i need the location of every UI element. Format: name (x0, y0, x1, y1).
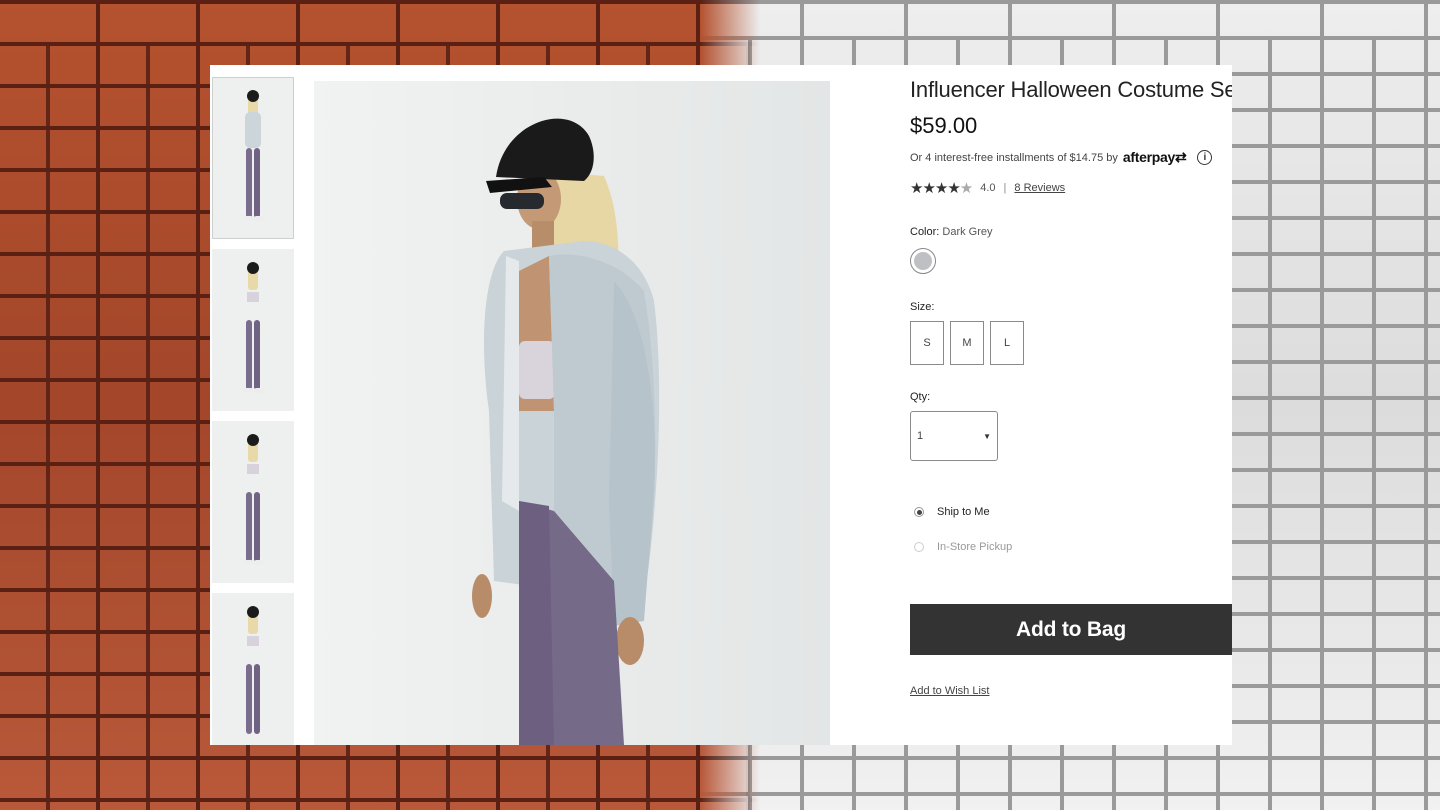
product-title: Influencer Halloween Costume Set (910, 77, 1232, 102)
reviews-link[interactable]: 8 Reviews (1014, 182, 1065, 194)
main-product-image[interactable] (314, 81, 830, 745)
size-button-l[interactable]: L (990, 321, 1024, 365)
color-label: Color: Dark Grey (910, 226, 993, 238)
product-details: Influencer Halloween Costume Set $59.00 … (910, 65, 1232, 745)
afterpay-mark-icon: ⇄ (1174, 149, 1187, 165)
add-to-bag-button[interactable]: Add to Bag (910, 604, 1232, 655)
color-value: Dark Grey (942, 226, 993, 238)
swatch-fill (914, 252, 932, 270)
size-button-s[interactable]: S (910, 321, 944, 365)
radio-ship-to-me[interactable] (914, 507, 924, 517)
size-button-m[interactable]: M (950, 321, 984, 365)
thumbnail-4[interactable] (212, 593, 294, 745)
qty-value: 1 (917, 430, 924, 442)
thumbnail-3[interactable] (212, 421, 294, 583)
delivery-option-ship[interactable]: Ship to Me (914, 506, 990, 518)
model-illustration (472, 118, 660, 745)
model-image (238, 434, 268, 574)
chevron-down-icon: ▼ (983, 431, 991, 441)
thumbnail-list (210, 77, 296, 745)
thumbnail-1[interactable] (212, 77, 294, 239)
size-options: S M L (910, 321, 1024, 365)
product-rating: ★★★★★ 4.0 | 8 Reviews (910, 179, 1065, 197)
model-image (238, 606, 268, 745)
afterpay-logo: afterpay⇄ (1122, 149, 1187, 165)
qty-select[interactable]: 1 ▼ (910, 411, 998, 461)
in-store-pickup-label: In-Store Pickup (937, 541, 1013, 553)
afterpay-text: Or 4 interest-free installments of $14.7… (910, 151, 1118, 164)
qty-label: Qty: (910, 391, 931, 403)
size-label: Size: (910, 301, 935, 313)
afterpay-installments: Or 4 interest-free installments of $14.7… (910, 149, 1213, 166)
page-background: Influencer Halloween Costume Set $59.00 … (0, 0, 1440, 810)
color-swatch-dark-grey[interactable] (910, 248, 936, 274)
thumbnail-2[interactable] (212, 249, 294, 411)
info-icon[interactable]: i (1197, 150, 1213, 165)
add-to-wishlist-link[interactable]: Add to Wish List (910, 685, 989, 697)
rating-value: 4.0 (980, 182, 996, 194)
rating-separator: | (1003, 182, 1007, 194)
model-image (238, 90, 268, 230)
product-price: $59.00 (910, 113, 978, 138)
rating-stars-icon: ★★★★★ (910, 180, 973, 197)
model-image (238, 262, 268, 402)
radio-in-store-pickup[interactable] (914, 542, 924, 552)
ship-to-me-label: Ship to Me (937, 506, 990, 518)
product-page-panel: Influencer Halloween Costume Set $59.00 … (210, 65, 1232, 745)
delivery-option-pickup[interactable]: In-Store Pickup (914, 541, 1012, 553)
